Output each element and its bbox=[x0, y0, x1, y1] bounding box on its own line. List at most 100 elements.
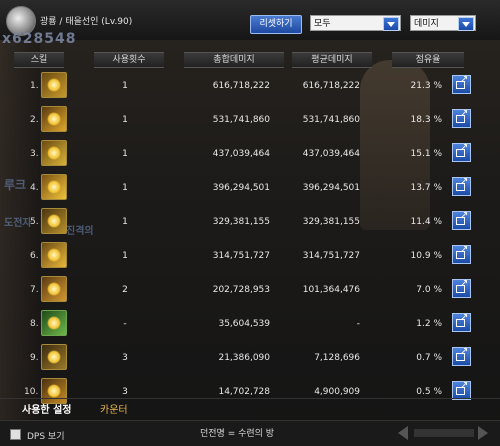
column-skill: 스킬 bbox=[14, 52, 64, 68]
skill-icon bbox=[41, 242, 67, 268]
avg-damage: 616,718,222 bbox=[302, 81, 360, 91]
rank: 2. bbox=[30, 115, 39, 125]
use-count: 1 bbox=[122, 251, 128, 261]
detail-popup-icon[interactable] bbox=[452, 211, 471, 230]
skill-icon bbox=[41, 344, 67, 370]
chevron-down-icon[interactable] bbox=[458, 17, 474, 31]
dps-checkbox[interactable] bbox=[10, 429, 21, 440]
total-damage: 396,294,501 bbox=[212, 183, 270, 193]
share: 21.3 % bbox=[410, 81, 442, 91]
metric-select-value: 데미지 bbox=[414, 19, 439, 29]
share: 11.4 % bbox=[410, 217, 442, 227]
avg-damage: - bbox=[356, 319, 360, 329]
avg-damage: 329,381,155 bbox=[302, 217, 360, 227]
skill-icon bbox=[41, 276, 67, 302]
table-row: 4. 1 396,294,501 396,294,501 13.7 % bbox=[0, 172, 500, 206]
share: 0.7 % bbox=[416, 353, 442, 363]
use-count: 3 bbox=[122, 353, 128, 363]
total-damage: 14,702,728 bbox=[218, 387, 270, 397]
rank: 9. bbox=[30, 353, 39, 363]
detail-popup-icon[interactable] bbox=[452, 279, 471, 298]
use-count: 1 bbox=[122, 81, 128, 91]
table-row: 2. 1 531,741,860 531,741,860 18.3 % bbox=[0, 104, 500, 138]
tab-usage[interactable]: 사용한 설정 bbox=[22, 401, 71, 416]
dungeon-name: 던전명 = 수련의 방 bbox=[200, 429, 275, 439]
table-row: 6. 1 314,751,727 314,751,727 10.9 % bbox=[0, 240, 500, 274]
skill-icon bbox=[41, 140, 67, 166]
share: 1.2 % bbox=[416, 319, 442, 329]
column-share: 점유율 bbox=[392, 52, 464, 68]
total-damage: 21,386,090 bbox=[218, 353, 270, 363]
use-count: - bbox=[123, 319, 127, 329]
use-count: 3 bbox=[122, 387, 128, 397]
damage-meter-window: 광룡 / 태을선인 (Lv.90) 리셋하기 모두 데미지 x628548 스킬… bbox=[0, 0, 500, 446]
share: 0.5 % bbox=[416, 387, 442, 397]
rank: 8. bbox=[30, 319, 39, 329]
table-row: 1. 1 616,718,222 616,718,222 21.3 % bbox=[0, 70, 500, 104]
avg-damage: 101,364,476 bbox=[302, 285, 360, 295]
avg-damage: 437,039,464 bbox=[302, 149, 360, 159]
use-count: 1 bbox=[122, 217, 128, 227]
table-row: 5. 1 329,381,155 329,381,155 11.4 % bbox=[0, 206, 500, 240]
skill-icon bbox=[41, 106, 67, 132]
footer: DPS 보기 던전명 = 수련의 방 bbox=[0, 420, 500, 446]
table-row: 7. 2 202,728,953 101,364,476 7.0 % bbox=[0, 274, 500, 308]
tab-counter[interactable]: 카운터 bbox=[100, 401, 128, 416]
table-header: 스킬 사용횟수 총합데미지 평균데미지 점유율 bbox=[14, 52, 494, 68]
table-row: 8. - 35,604,539 - 1.2 % bbox=[0, 308, 500, 342]
use-count: 1 bbox=[122, 149, 128, 159]
damage-counter-overlay: x628548 bbox=[2, 31, 77, 47]
reset-button[interactable]: 리셋하기 bbox=[250, 15, 302, 34]
arrow-left-icon[interactable] bbox=[398, 426, 408, 440]
use-count: 1 bbox=[122, 115, 128, 125]
column-avg: 평균데미지 bbox=[292, 52, 372, 68]
filter-select[interactable]: 모두 bbox=[310, 15, 401, 31]
rank: 4. bbox=[30, 183, 39, 193]
detail-popup-icon[interactable] bbox=[452, 347, 471, 366]
total-damage: 314,751,727 bbox=[212, 251, 270, 261]
share: 7.0 % bbox=[416, 285, 442, 295]
metric-select[interactable]: 데미지 bbox=[410, 15, 476, 31]
skill-icon bbox=[41, 174, 67, 200]
detail-popup-icon[interactable] bbox=[452, 143, 471, 162]
avg-damage: 314,751,727 bbox=[302, 251, 360, 261]
column-total: 총합데미지 bbox=[184, 52, 284, 68]
filter-select-value: 모두 bbox=[314, 19, 331, 29]
skill-icon bbox=[41, 208, 67, 234]
avg-damage: 396,294,501 bbox=[302, 183, 360, 193]
rank: 1. bbox=[30, 81, 39, 91]
share: 15.1 % bbox=[410, 149, 442, 159]
chevron-down-icon[interactable] bbox=[383, 17, 399, 31]
detail-popup-icon[interactable] bbox=[452, 75, 471, 94]
detail-popup-icon[interactable] bbox=[452, 109, 471, 128]
scroll-track[interactable] bbox=[414, 429, 474, 437]
total-damage: 616,718,222 bbox=[212, 81, 270, 91]
skill-icon bbox=[41, 310, 67, 336]
total-damage: 329,381,155 bbox=[212, 217, 270, 227]
table-row: 9. 3 21,386,090 7,128,696 0.7 % bbox=[0, 342, 500, 376]
total-damage: 35,604,539 bbox=[218, 319, 270, 329]
table-row: 3. 1 437,039,464 437,039,464 15.1 % bbox=[0, 138, 500, 172]
rank: 7. bbox=[30, 285, 39, 295]
column-count: 사용횟수 bbox=[94, 52, 164, 68]
detail-popup-icon[interactable] bbox=[452, 245, 471, 264]
dps-label: DPS 보기 bbox=[27, 432, 65, 442]
total-damage: 202,728,953 bbox=[212, 285, 270, 295]
detail-popup-icon[interactable] bbox=[452, 313, 471, 332]
total-damage: 437,039,464 bbox=[212, 149, 270, 159]
rank: 10. bbox=[24, 387, 39, 397]
rank: 6. bbox=[30, 251, 39, 261]
avg-damage: 7,128,696 bbox=[314, 353, 360, 363]
share: 18.3 % bbox=[410, 115, 442, 125]
arrow-right-icon[interactable] bbox=[478, 426, 488, 440]
total-damage: 531,741,860 bbox=[212, 115, 270, 125]
rank: 3. bbox=[30, 149, 39, 159]
use-count: 1 bbox=[122, 183, 128, 193]
character-name: 광룡 / 태을선인 (Lv.90) bbox=[40, 17, 133, 27]
use-count: 2 bbox=[122, 285, 128, 295]
avg-damage: 531,741,860 bbox=[302, 115, 360, 125]
share: 13.7 % bbox=[410, 183, 442, 193]
skill-icon bbox=[41, 72, 67, 98]
rank: 5. bbox=[30, 217, 39, 227]
detail-popup-icon[interactable] bbox=[452, 177, 471, 196]
